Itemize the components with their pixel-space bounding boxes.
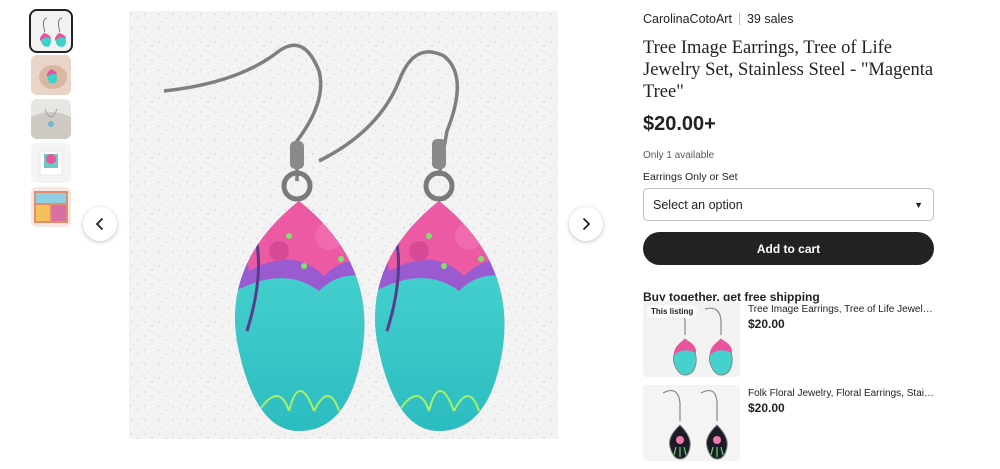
bundle-item-image[interactable]	[643, 385, 740, 461]
next-image-button[interactable]	[569, 207, 603, 241]
this-listing-badge: This listing	[647, 305, 698, 318]
previous-image-button[interactable]	[83, 207, 117, 241]
variation-label: Earrings Only or Set	[643, 171, 738, 183]
bundle-item-image[interactable]: This listing	[643, 301, 740, 377]
shop-line: CarolinaCotoArt 39 sales	[643, 12, 934, 26]
variation-select-value: Select an option	[653, 197, 743, 212]
caret-down-icon: ▼	[914, 199, 923, 210]
bundle-item-price: $20.00	[748, 317, 785, 331]
bundle-item-name[interactable]: Tree Image Earrings, Tree of Life Jewelr…	[748, 304, 934, 315]
thumbnail-4[interactable]	[31, 143, 71, 183]
listing-title: Tree Image Earrings, Tree of Life Jewelr…	[643, 38, 934, 102]
add-to-cart-button[interactable]: Add to cart	[643, 232, 934, 265]
shop-name-link[interactable]: CarolinaCotoArt	[643, 12, 732, 26]
bundle-item-price: $20.00	[748, 401, 785, 415]
availability-text: Only 1 available	[643, 150, 715, 161]
listing-price: $20.00+	[643, 113, 716, 135]
chevron-left-icon	[95, 217, 104, 231]
main-product-image[interactable]	[129, 11, 558, 439]
thumbnail-strip	[29, 9, 73, 231]
variation-select[interactable]: Select an option ▼	[643, 188, 934, 221]
chevron-right-icon	[582, 217, 591, 231]
thumbnail-2[interactable]	[31, 55, 71, 95]
thumbnail-1[interactable]	[29, 9, 73, 53]
sales-count: 39 sales	[746, 12, 794, 26]
thumbnail-3[interactable]	[31, 99, 71, 139]
bundle-item[interactable]: This listing Tree Image Earrings, Tree o…	[643, 301, 934, 377]
product-info-panel: CarolinaCotoArt 39 sales Tree Image Earr…	[643, 12, 934, 304]
thumbnail-5[interactable]	[31, 187, 71, 227]
divider	[738, 13, 740, 25]
bundle-item[interactable]: Folk Floral Jewelry, Floral Earrings, St…	[643, 385, 934, 461]
bundle-item-name[interactable]: Folk Floral Jewelry, Floral Earrings, St…	[748, 388, 934, 399]
